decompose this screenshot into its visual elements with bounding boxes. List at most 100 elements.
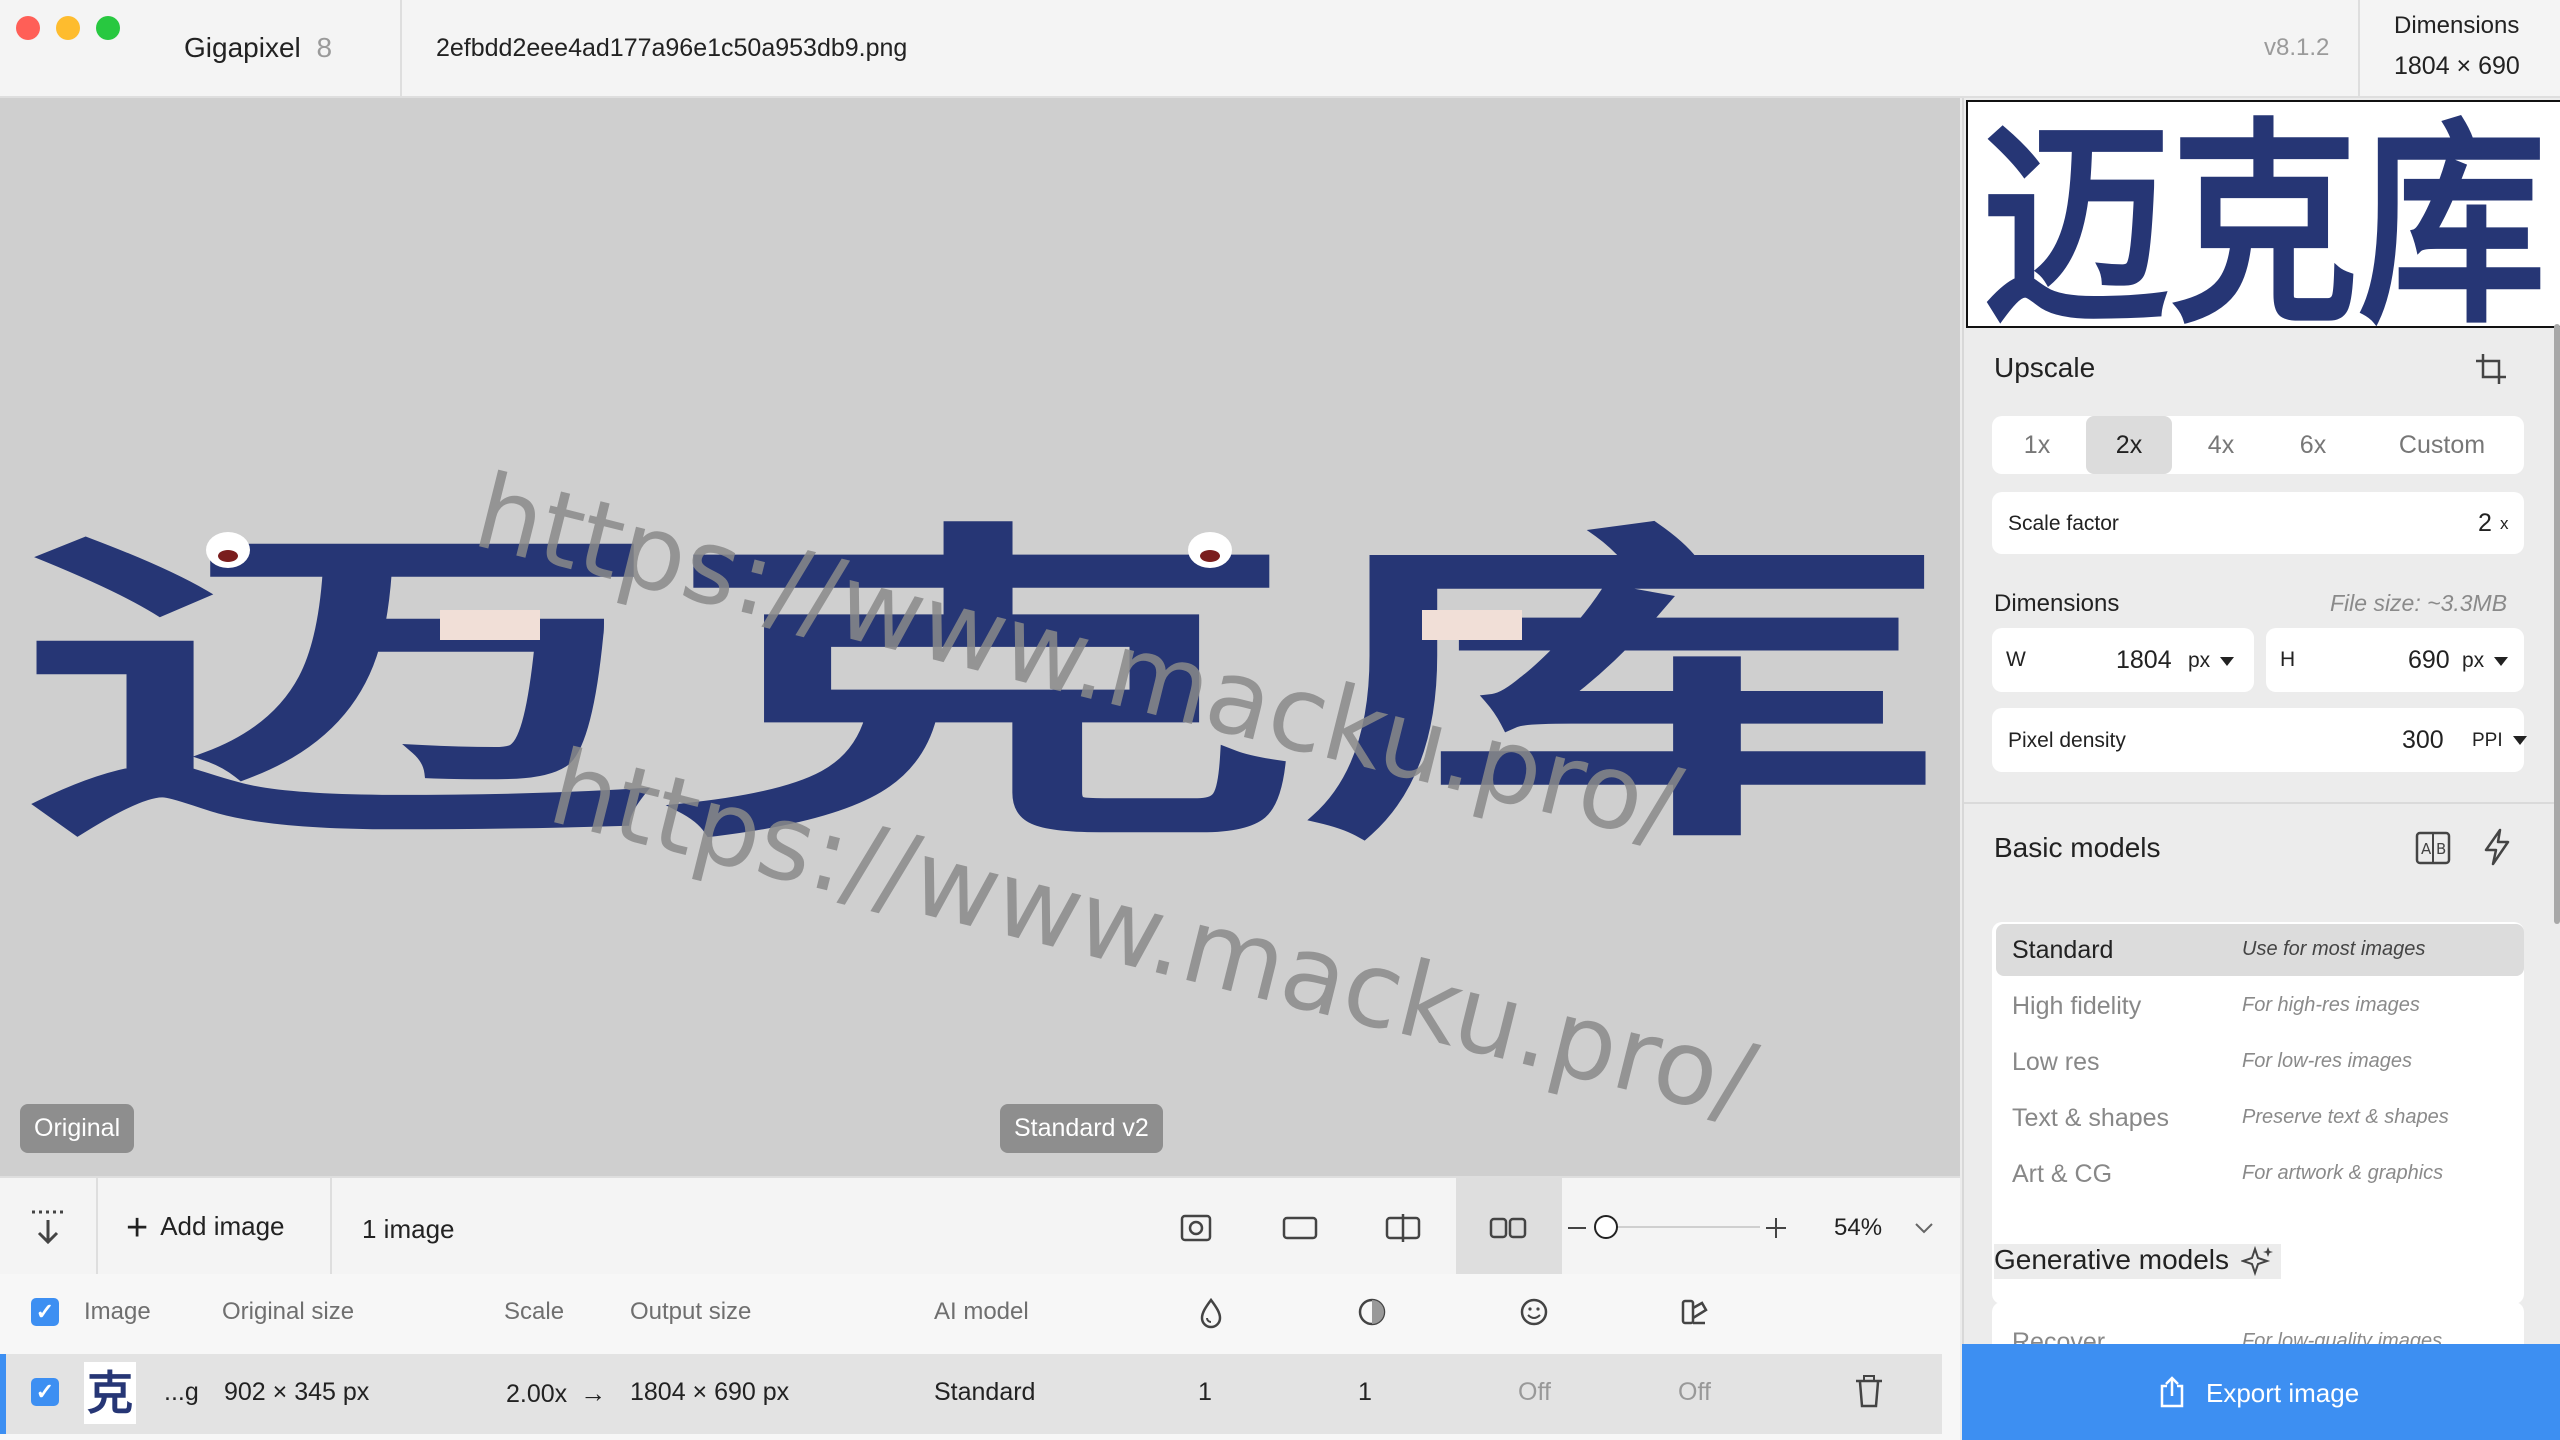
scale-factor-label: Scale factor bbox=[2008, 512, 2119, 535]
sharpen-icon bbox=[1356, 1296, 1388, 1328]
original-badge: Original bbox=[20, 1104, 135, 1153]
sparkle-icon bbox=[2239, 1245, 2273, 1276]
header-original-size[interactable]: Original size bbox=[222, 1298, 354, 1326]
version-label: v8.1.2 bbox=[2264, 34, 2330, 61]
dropdown-arrow-icon bbox=[2494, 656, 2509, 666]
model-option-text-shapes[interactable]: Text & shapes Preserve text & shapes bbox=[1996, 1092, 2524, 1144]
side-by-side-view-button[interactable] bbox=[1456, 1178, 1560, 1276]
pixel-density-value: 300 bbox=[2402, 726, 2444, 754]
bottom-toolbar: + Add image 1 image 54% bbox=[0, 1176, 1960, 1278]
pixel-density-label: Pixel density bbox=[2008, 729, 2126, 752]
svg-text:B: B bbox=[2436, 840, 2446, 858]
row-thumbnail: 克 bbox=[84, 1362, 136, 1424]
crop-icon[interactable] bbox=[2474, 352, 2508, 386]
face-recovery-icon bbox=[1518, 1296, 1550, 1328]
header-output-size[interactable]: Output size bbox=[630, 1298, 751, 1326]
scale-factor-unit: x bbox=[2500, 514, 2509, 533]
app-name: Gigapixel bbox=[184, 32, 301, 63]
scale-option-custom[interactable]: Custom bbox=[2362, 416, 2522, 474]
lightning-icon[interactable] bbox=[2480, 828, 2514, 866]
zoom-slider-thumb[interactable] bbox=[1594, 1215, 1618, 1239]
close-window-button[interactable] bbox=[16, 16, 40, 40]
divider bbox=[2358, 0, 2360, 96]
header-scale[interactable]: Scale bbox=[504, 1298, 564, 1326]
scale-option-6x[interactable]: 6x bbox=[2268, 416, 2358, 474]
divider bbox=[1560, 1178, 1562, 1276]
trash-icon[interactable] bbox=[1854, 1374, 1884, 1408]
zoom-window-button[interactable] bbox=[96, 16, 120, 40]
model-description: For low-res images bbox=[2242, 1050, 2413, 1072]
image-preview-canvas[interactable]: 迈克库 https://www.macku.pro/ https://www.m… bbox=[0, 98, 1960, 1176]
pixel-density-unit-select[interactable]: PPI bbox=[2472, 730, 2527, 752]
app-version-major: 8 bbox=[316, 32, 333, 63]
file-name: 2efbdd2eee4ad177a96e1c50a953db9.png bbox=[436, 34, 908, 62]
scale-option-1x[interactable]: 1x bbox=[1992, 416, 2082, 474]
select-all-checkbox[interactable]: ✓ bbox=[31, 1298, 59, 1326]
row-checkbox[interactable]: ✓ bbox=[31, 1378, 59, 1406]
width-label: W bbox=[2006, 648, 2026, 671]
image-table: ✓ Image Original size Scale Output size … bbox=[0, 1274, 1960, 1440]
zoom-slider[interactable] bbox=[1594, 1215, 1760, 1239]
model-name: Text & shapes bbox=[2012, 1104, 2170, 1132]
row-original-size: 902 × 345 px bbox=[224, 1378, 370, 1406]
pixel-density-unit: PPI bbox=[2472, 730, 2503, 751]
share-icon bbox=[2160, 1376, 2184, 1408]
scale-factor-value: 2 bbox=[2478, 509, 2492, 537]
model-name: Standard bbox=[2012, 936, 2114, 964]
image-count: 1 image bbox=[362, 1214, 455, 1244]
dropdown-arrow-icon bbox=[2512, 736, 2527, 746]
dimensions-title: Dimensions bbox=[1994, 590, 2120, 617]
single-view-icon[interactable] bbox=[1280, 1208, 1320, 1248]
row-denoise-value: 1 bbox=[1198, 1378, 1212, 1406]
scale-option-2x[interactable]: 2x bbox=[2086, 416, 2172, 474]
zoom-level[interactable]: 54% bbox=[1834, 1214, 1882, 1242]
model-option-high-fidelity[interactable]: High fidelity For high-res images bbox=[1996, 980, 2524, 1032]
row-output-size: 1804 × 690 px bbox=[630, 1378, 790, 1406]
export-image-label: Export image bbox=[2206, 1378, 2360, 1408]
model-option-low-res[interactable]: Low res For low-res images bbox=[1996, 1036, 2524, 1088]
arrow-right-icon: → bbox=[580, 1378, 607, 1408]
divider bbox=[330, 1178, 332, 1276]
navigator-thumbnail[interactable]: 迈克库 bbox=[1966, 100, 2560, 328]
file-size-estimate: File size: ~3.3MB bbox=[2330, 590, 2508, 616]
height-unit: px bbox=[2462, 649, 2485, 672]
height-field[interactable]: H 690 px bbox=[2266, 628, 2524, 692]
panel-scrollbar[interactable] bbox=[2554, 324, 2560, 924]
chevron-down-icon[interactable] bbox=[1912, 1218, 1936, 1238]
row-color-value: Off bbox=[1678, 1378, 1711, 1406]
row-sharpen-value: 1 bbox=[1358, 1378, 1372, 1406]
width-unit: px bbox=[2188, 649, 2211, 672]
scale-factor-field[interactable]: Scale factor 2 x bbox=[1992, 492, 2524, 554]
compare-models-icon[interactable]: AB bbox=[2414, 830, 2452, 866]
scale-segmented-control: 1x 2x 4x 6x Custom bbox=[1992, 416, 2524, 474]
title-bar: Gigapixel 8 2efbdd2eee4ad177a96e1c50a953… bbox=[0, 0, 2560, 98]
split-view-icon[interactable] bbox=[1383, 1208, 1423, 1248]
snapshot-icon[interactable] bbox=[1176, 1208, 1216, 1248]
model-option-standard[interactable]: Standard Use for most images bbox=[1996, 924, 2524, 976]
zoom-in-icon[interactable] bbox=[1764, 1216, 1788, 1240]
model-description: Use for most images bbox=[2242, 938, 2426, 960]
header-image[interactable]: Image bbox=[84, 1298, 151, 1326]
pixel-density-field[interactable]: Pixel density 300 PPI bbox=[1992, 708, 2527, 772]
scale-option-4x[interactable]: 4x bbox=[2176, 416, 2266, 474]
width-unit-select[interactable]: px bbox=[2188, 649, 2235, 673]
height-label: H bbox=[2280, 648, 2296, 671]
minimize-window-button[interactable] bbox=[56, 16, 80, 40]
row-filename: ...g bbox=[164, 1378, 199, 1406]
svg-text:A: A bbox=[2421, 840, 2432, 858]
height-unit-select[interactable]: px bbox=[2462, 649, 2509, 673]
row-selection-indicator bbox=[0, 1354, 6, 1434]
sticker-strip-icon bbox=[440, 610, 540, 640]
add-image-button[interactable]: + Add image bbox=[126, 1206, 285, 1248]
export-image-button[interactable]: Export image bbox=[1962, 1344, 2560, 1440]
width-field[interactable]: W 1804 px bbox=[1992, 628, 2254, 692]
model-option-art-cg[interactable]: Art & CG For artwork & graphics bbox=[1996, 1148, 2524, 1200]
row-scale: 2.00x → bbox=[506, 1378, 606, 1409]
model-name: High fidelity bbox=[2012, 992, 2142, 1020]
settings-panel: 迈克库 Upscale 1x 2x 4x 6x Custom Scale fac… bbox=[1962, 98, 2560, 1440]
zoom-out-icon[interactable] bbox=[1566, 1218, 1588, 1238]
header-ai-model[interactable]: AI model bbox=[934, 1298, 1029, 1326]
import-icon[interactable] bbox=[28, 1208, 68, 1248]
divider bbox=[1964, 802, 2560, 804]
model-name: Low res bbox=[2012, 1048, 2100, 1076]
